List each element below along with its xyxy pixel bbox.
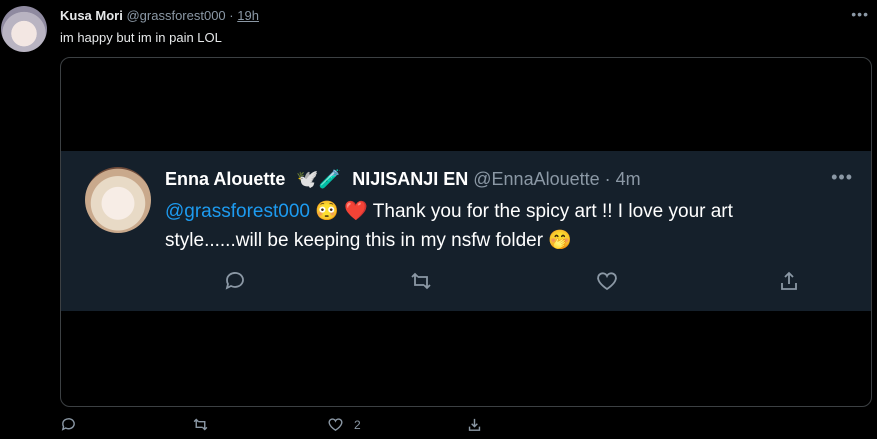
like-button[interactable]: 2 — [327, 416, 361, 433]
tweet-actions: 2 — [60, 416, 490, 438]
embedded-share-icon — [777, 269, 801, 298]
embedded-actions — [165, 269, 797, 298]
hand-over-mouth-emoji: 🤭 — [548, 230, 572, 251]
embedded-org-label: NIJISANJI EN — [352, 169, 469, 189]
flushed-emoji: 😳 — [315, 201, 339, 222]
separator: · — [229, 8, 234, 23]
user-handle[interactable]: @grassforest000 — [126, 8, 225, 23]
embedded-text: @grassforest000 😳 ❤️ Thank you for the s… — [165, 197, 805, 255]
embedded-display-name: Enna Alouette — [165, 169, 286, 189]
like-count: 2 — [354, 417, 361, 432]
heart-emoji: ❤️ — [344, 201, 368, 222]
retweet-icon — [193, 418, 208, 431]
embedded-timestamp: 4m — [615, 169, 641, 189]
avatar[interactable] — [1, 6, 47, 52]
embedded-mention: @grassforest000 — [165, 201, 310, 222]
embedded-badge-emojis: 🕊️🧪 — [296, 169, 342, 189]
embedded-retweet-icon — [409, 269, 433, 298]
tweet-header: Kusa Mori @grassforest000 · 19h — [60, 8, 259, 24]
embedded-reply-icon — [223, 269, 247, 298]
timestamp[interactable]: 19h — [237, 8, 259, 23]
embedded-separator: · — [604, 169, 611, 189]
share-button[interactable] — [466, 416, 483, 433]
reply-icon — [61, 418, 75, 431]
embedded-tweet: Enna Alouette 🕊️🧪 NIJISANJI EN @EnnaAlou… — [61, 151, 871, 311]
tweet-text: im happy but im in pain LOL — [60, 30, 222, 45]
display-name[interactable]: Kusa Mori — [60, 8, 123, 23]
share-icon — [468, 418, 481, 431]
embedded-like-icon — [595, 269, 619, 298]
embedded-more-icon: ••• — [831, 167, 853, 187]
media-image[interactable]: Enna Alouette 🕊️🧪 NIJISANJI EN @EnnaAlou… — [60, 57, 872, 407]
embedded-avatar — [85, 167, 151, 233]
more-options-icon[interactable]: ••• — [851, 6, 869, 22]
retweet-button[interactable] — [192, 416, 209, 433]
embedded-handle: @EnnaAlouette — [473, 169, 600, 189]
embedded-header: Enna Alouette 🕊️🧪 NIJISANJI EN @EnnaAlou… — [165, 169, 641, 190]
reply-button[interactable] — [60, 416, 77, 433]
like-icon — [328, 418, 343, 432]
